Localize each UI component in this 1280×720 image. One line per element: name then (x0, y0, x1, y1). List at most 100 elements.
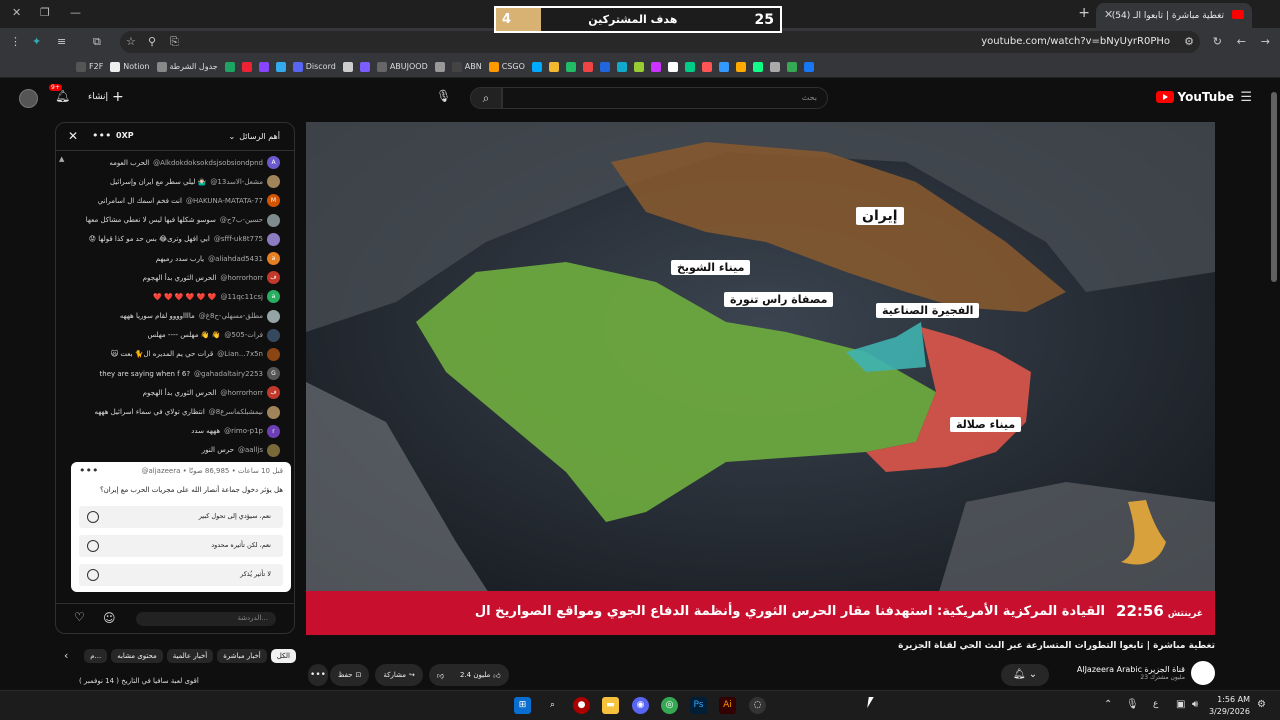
chat-message[interactable]: انت فخم اسمك ال اسامراني @HAKUNA-MATATA-7… (68, 191, 280, 210)
bookmark-item[interactable]: جدول الشرطة (156, 61, 218, 72)
poll-option[interactable]: لا تأثير يُذكر (79, 564, 283, 586)
poll-menu-icon[interactable]: ••• (79, 464, 98, 477)
chat-message[interactable]: الحرس الثوري بدأ الهجوم @horrorhorr ف (68, 383, 280, 402)
bookmark-item[interactable] (531, 61, 542, 72)
chat-message[interactable]: they are saying when f 6? @gahadaltairy22… (68, 364, 280, 383)
chat-avatar[interactable] (267, 443, 280, 457)
poll-option[interactable]: نعم، لكن تأثيره محدود (79, 535, 283, 557)
app-icon[interactable]: ● (573, 697, 590, 714)
chat-message[interactable]: 😟 ابي افهل وترى😂 بس حد مو كذا قولها @sfff… (68, 230, 280, 249)
chrome-icon[interactable]: ◎ (661, 697, 678, 714)
filter-chip[interactable]: م... (84, 649, 108, 663)
like-dislike-button[interactable]: 👎︎ 2.4 مليون 👍︎ (428, 664, 509, 686)
bookmark-item[interactable] (258, 61, 269, 72)
chat-avatar[interactable]: M (267, 194, 280, 208)
chat-message[interactable]: الحرب العومه @Alkdokdoksokdsjsobsiondpnd A (68, 153, 280, 172)
chat-avatar[interactable]: r (267, 424, 280, 438)
chat-author[interactable]: @aalljs (238, 446, 263, 454)
chat-author[interactable]: @gahadaltairy2253 (194, 370, 263, 378)
bookmark-item[interactable] (718, 61, 729, 72)
extensions-puzzle-icon[interactable]: ⧉ (93, 35, 101, 49)
search-button[interactable]: ⌕ (470, 87, 502, 109)
chat-message[interactable]: مهلس ---- مهلس 👋 👋 @505-فرات (68, 326, 280, 345)
bookmark-item[interactable]: Notion (110, 61, 150, 72)
chat-message[interactable]: ليلي سطر مع ايران وإسرائيل 🤷🏻‍♂️ @مشعل-ال… (68, 172, 280, 191)
bookmark-item[interactable]: F2F (76, 61, 103, 72)
bookmark-item[interactable] (684, 61, 695, 72)
bookmark-item[interactable]: Discord (292, 61, 336, 72)
zoom-icon[interactable]: ⚲ (148, 35, 156, 48)
create-button[interactable]: إنشاء + (88, 89, 124, 105)
chat-author[interactable]: @حسين-ب7ح (220, 216, 263, 224)
scroll-up-icon[interactable]: ▲ (59, 155, 64, 163)
bookmark-item[interactable] (599, 61, 610, 72)
bookmark-item[interactable] (582, 61, 593, 72)
bookmark-item[interactable] (769, 61, 780, 72)
chat-message[interactable]: مااااوووو لقام سوريا هههه @مطلق-مسهلي-ح8غ (68, 307, 280, 326)
notification-bell-button[interactable]: 🔔︎ ⌄ (1001, 664, 1049, 686)
chat-avatar[interactable] (267, 232, 280, 246)
filter-chip[interactable]: محتوى مشابه (111, 649, 163, 663)
discord-icon[interactable]: ◉ (632, 697, 649, 714)
chat-author[interactable]: @sfff-uk8t775 (214, 235, 263, 243)
notifications-icon[interactable]: ⚙ (1257, 699, 1266, 710)
network-icon[interactable]: ▣ (1176, 699, 1185, 710)
related-video-title[interactable]: أقوى لعبة سافيا في التاريخ ( 14 نوفمبر ) (55, 677, 296, 685)
chat-avatar[interactable]: a (267, 290, 280, 304)
back-icon[interactable]: ← (1237, 35, 1246, 48)
restore-window-icon[interactable]: ❐ (40, 6, 50, 19)
bookmark-item[interactable] (650, 61, 661, 72)
bookmark-item[interactable] (548, 61, 559, 72)
chat-message[interactable]: انتظاري تولاي في سماء اسرائيل هههه @نيمشب… (68, 402, 280, 421)
guide-menu-icon[interactable]: ☰ (1240, 90, 1252, 105)
site-settings-icon[interactable]: ⚙ (1184, 35, 1194, 48)
dislike-icon[interactable]: 👎︎ (437, 671, 444, 680)
filter-chip[interactable]: الكل (270, 649, 296, 663)
chat-author[interactable]: @horrorhorr (220, 389, 263, 397)
bookmark-item[interactable] (565, 61, 576, 72)
bookmark-item[interactable]: ABUJOOD (376, 61, 428, 72)
chat-avatar[interactable]: ف (267, 271, 280, 285)
bookmark-item[interactable] (633, 61, 644, 72)
bookmark-item[interactable] (434, 61, 445, 72)
chat-avatar[interactable] (267, 347, 280, 361)
chat-mode-dropdown[interactable]: ⌄ أهم الرسائل (228, 132, 280, 141)
filter-chip[interactable]: أخبار مباشرة (217, 649, 267, 663)
chat-avatar[interactable]: A (267, 156, 280, 170)
extension-icon[interactable]: ✦ (32, 35, 41, 48)
chat-author[interactable]: @HAKUNA-MATATA-77 (186, 197, 263, 205)
file-explorer-icon[interactable]: ▬ (602, 697, 619, 714)
channel-owner[interactable]: AlJazeera Arabic قناة الجزيرة 23 مليون م… (1077, 660, 1215, 686)
chat-avatar[interactable]: ف (267, 386, 280, 400)
recording-app-icon[interactable]: ◌ (749, 697, 766, 714)
chat-avatar[interactable] (267, 213, 280, 227)
chat-avatar[interactable] (267, 405, 280, 419)
address-bar[interactable]: ☆ ⚲ ⎘ ⚙ youtube.com/watch?v=bNyUyrR0PHo (120, 31, 1200, 53)
bookmark-item[interactable] (616, 61, 627, 72)
chat-message[interactable]: الحرس الثوري بدأ الهجوم @horrorhorr ف (68, 268, 280, 287)
illustrator-icon[interactable]: Ai (719, 697, 736, 714)
chat-author[interactable]: @Lian...7x5n (217, 350, 263, 358)
system-clock[interactable]: 1:56 AM 3/29/2026 (1209, 694, 1250, 718)
bookmark-item[interactable] (224, 61, 235, 72)
chat-author[interactable]: @مطلق-مسهلي-ح8غ (199, 312, 263, 320)
tab-close-icon[interactable]: ✕ (1104, 8, 1113, 21)
bookmark-item[interactable] (735, 61, 746, 72)
mic-tray-icon[interactable]: 🎙︎ (1126, 699, 1139, 710)
bookmark-item[interactable] (786, 61, 797, 72)
bookmark-item[interactable] (667, 61, 678, 72)
chat-author[interactable]: @rimo-p1p (224, 427, 263, 435)
bookmark-item[interactable] (803, 61, 814, 72)
chat-author[interactable]: @horrorhorr (220, 274, 263, 282)
photoshop-icon[interactable]: Ps (690, 697, 707, 714)
bookmark-item[interactable] (701, 61, 712, 72)
more-actions-button[interactable]: ••• (308, 664, 328, 686)
page-scrollbar[interactable] (1271, 92, 1277, 282)
chat-message[interactable]: حرس النور @aalljs (68, 441, 280, 460)
chat-input[interactable]: الدردشة... (136, 612, 276, 626)
filter-chip[interactable]: أخبار عالمية (166, 649, 214, 663)
avatar[interactable] (19, 89, 38, 108)
minimize-window-icon[interactable]: — (70, 6, 81, 19)
bookmark-item[interactable] (342, 61, 353, 72)
chat-avatar[interactable]: G (267, 367, 280, 381)
